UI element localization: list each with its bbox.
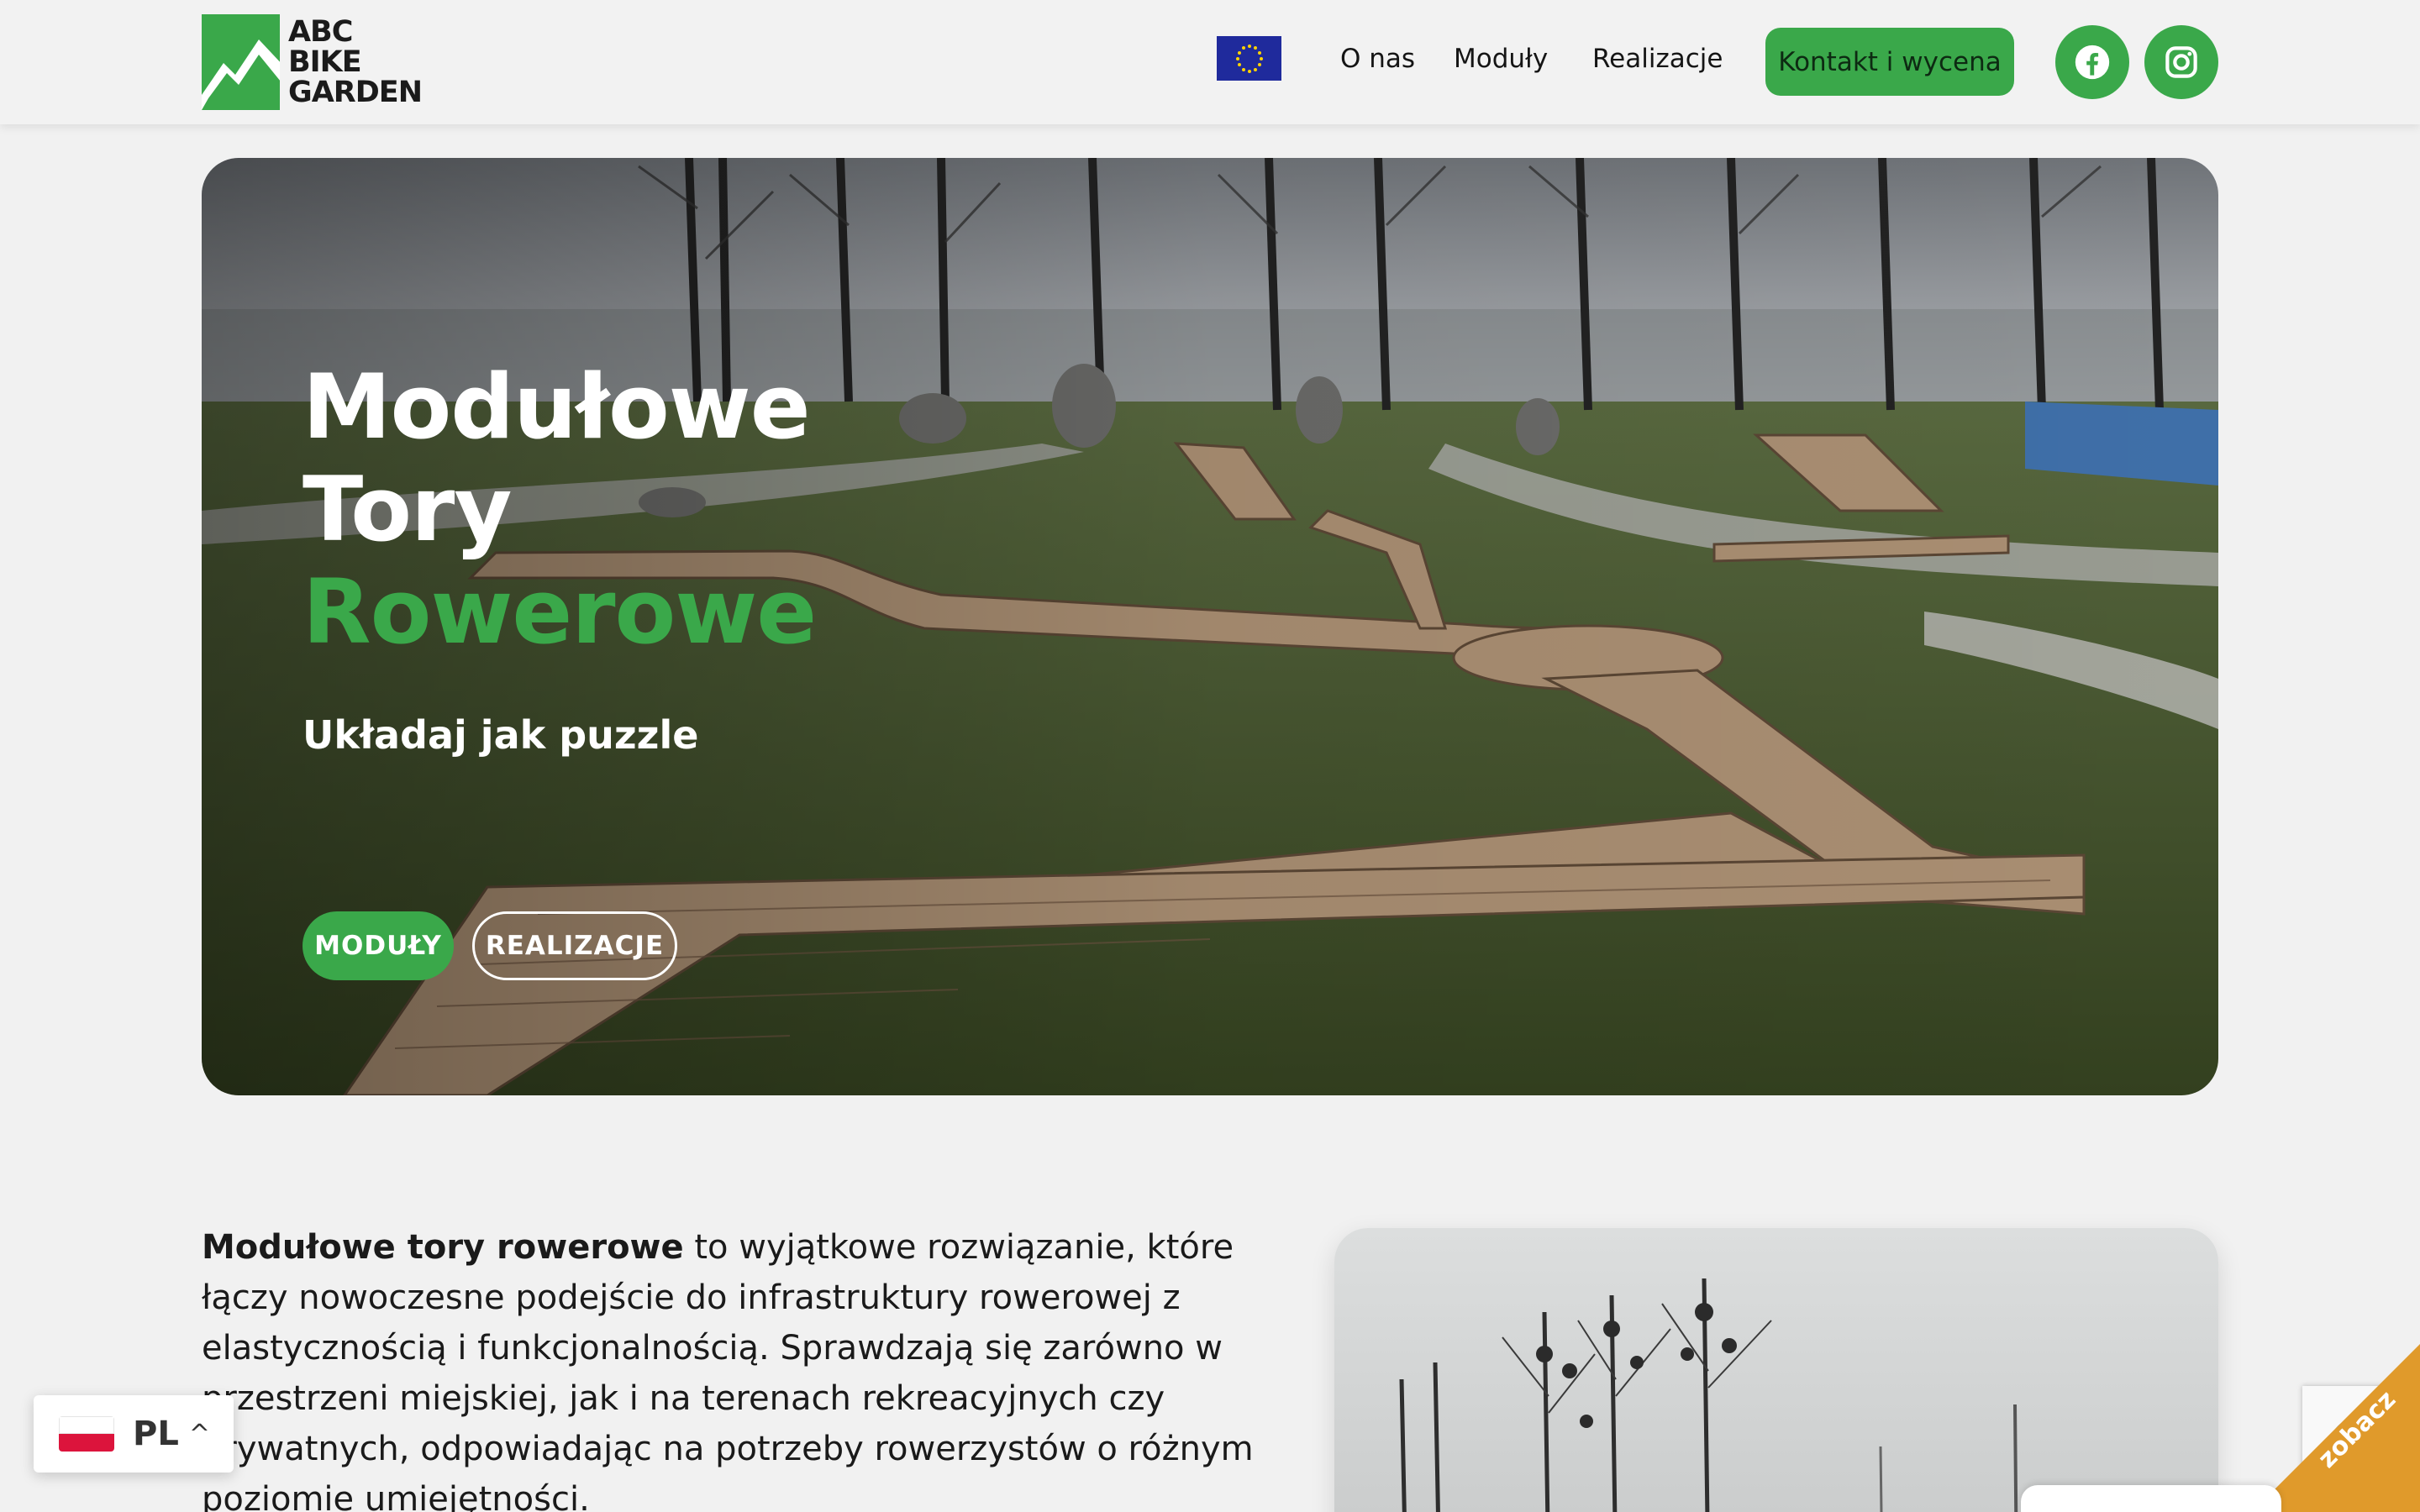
realizations-button[interactable]: REALIZACJE [472, 911, 677, 980]
hero-title-line1: Modułowe [302, 355, 811, 459]
hero-title-line2: Tory [302, 458, 512, 561]
logo-text: ABC BIKE GARDEN [287, 15, 423, 109]
contact-button[interactable]: Kontakt i wycena [1765, 28, 2014, 96]
corner-ribbon[interactable] [2252, 1344, 2420, 1512]
intro-photo [1334, 1228, 2218, 1512]
facebook-icon [2075, 45, 2110, 80]
chevron-up-icon: ^ [188, 1419, 210, 1449]
hero-title-line3: Rowerowe [302, 560, 817, 664]
site-header: ABC BIKE GARDEN O nas Moduły Realizacje … [0, 0, 2420, 124]
instagram-icon [2165, 46, 2197, 78]
hero-subtitle: Układaj jak puzzle [302, 712, 699, 758]
cookie-bar-edge [2021, 1485, 2281, 1512]
hero-title: Modułowe Tory Rowerowe [302, 355, 817, 664]
language-code: PL [133, 1415, 179, 1453]
intro-paragraph: Modułowe tory rowerowe to wyjątkowe rozw… [202, 1222, 1294, 1512]
facebook-button[interactable] [2055, 25, 2129, 99]
eu-flag-icon[interactable] [1217, 36, 1281, 81]
intro-text: to wyjątkowe rozwiązanie, które łączy no… [202, 1228, 1254, 1512]
modules-button[interactable]: MODUŁY [302, 911, 454, 980]
poland-flag-icon [59, 1416, 114, 1452]
instagram-button[interactable] [2144, 25, 2218, 99]
logo[interactable]: ABC BIKE GARDEN [202, 13, 423, 111]
nav-item-moduly[interactable]: Moduły [1454, 44, 1548, 74]
intro-lead: Modułowe tory rowerowe [202, 1228, 684, 1267]
nav-item-realizacje[interactable]: Realizacje [1592, 44, 1723, 74]
language-switcher[interactable]: PL ^ [34, 1395, 234, 1473]
logo-mountain-icon [202, 14, 280, 110]
nav-item-o-nas[interactable]: O nas [1340, 44, 1415, 74]
hero-banner: Modułowe Tory Rowerowe Układaj jak puzzl… [202, 158, 2218, 1095]
